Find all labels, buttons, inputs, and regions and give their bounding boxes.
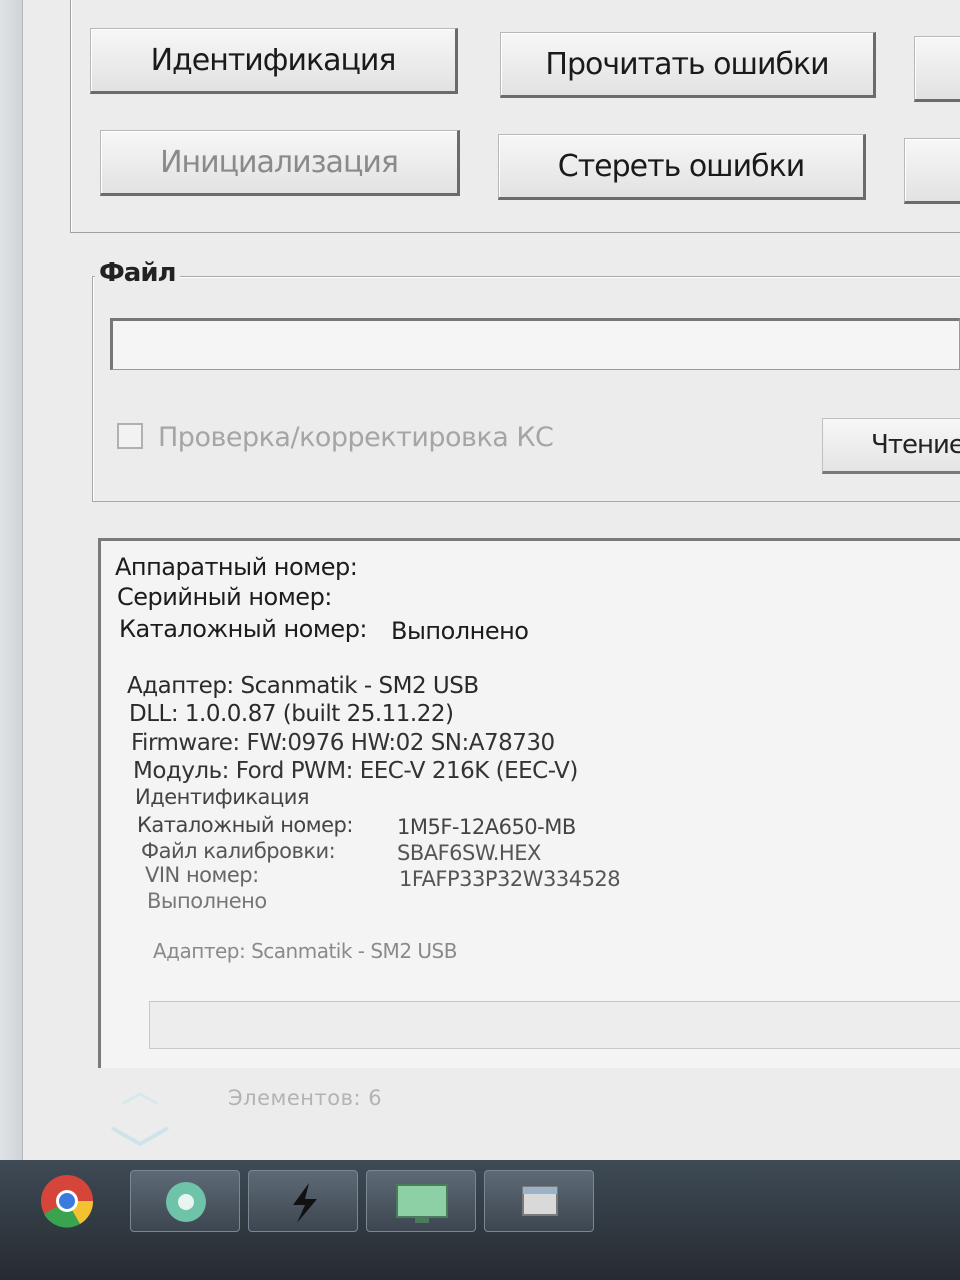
- lightning-icon: [293, 1183, 317, 1223]
- elements-count-status: Элементов: 6: [228, 1086, 383, 1110]
- scanmatik-icon: [166, 1182, 206, 1222]
- log-vin-value: 1FAFP33P32W334528: [399, 867, 621, 891]
- log-done: Выполнено: [147, 889, 267, 913]
- partial-button-top-right[interactable]: [914, 36, 960, 102]
- identification-button[interactable]: Идентификация: [90, 28, 458, 94]
- clear-errors-button[interactable]: Стереть ошибки: [498, 134, 866, 200]
- background-window-edge: [0, 0, 23, 1160]
- taskbar-monitor[interactable]: [366, 1170, 476, 1232]
- checksum-checkbox[interactable]: [117, 423, 143, 449]
- log-catalog-number-label: Каталожный номер:: [119, 615, 368, 643]
- read-file-button[interactable]: Чтение: [822, 418, 960, 474]
- checksum-checkbox-label: Проверка/корректировка КС: [158, 422, 554, 453]
- app-window: Идентификация Прочитать ошибки Инициализ…: [0, 0, 960, 1160]
- taskbar: [0, 1160, 960, 1280]
- taskbar-lightning[interactable]: [248, 1170, 358, 1232]
- log-id-catalog-value: 1M5F-12A650-MB: [397, 815, 576, 839]
- log-module: Модуль: Ford PWM: EEC-V 216K (EEC-V): [133, 758, 578, 784]
- log-calibration-label: Файл калибровки:: [141, 839, 336, 863]
- log-scrollbar[interactable]: [149, 1001, 960, 1049]
- read-errors-button[interactable]: Прочитать ошибки: [500, 32, 876, 98]
- log-catalog-number-status: Выполнено: [391, 617, 529, 645]
- log-vin-label: VIN номер:: [145, 863, 259, 887]
- monitor-icon: [396, 1184, 448, 1223]
- window-icon: [522, 1186, 558, 1216]
- log-adapter-repeat: Адаптер: Scanmatik - SM2 USB: [153, 939, 457, 963]
- log-firmware: Firmware: FW:0976 HW:02 SN:A78730: [131, 730, 555, 756]
- app-logo-icon: [111, 1092, 169, 1147]
- log-dll: DLL: 1.0.0.87 (built 25.11.22): [129, 701, 454, 727]
- log-identification: Идентификация: [135, 785, 310, 809]
- file-groupbox-legend: Файл: [95, 258, 180, 288]
- taskbar-window[interactable]: [484, 1170, 594, 1232]
- log-calibration-value: SBAF6SW.HEX: [397, 841, 541, 865]
- log-id-catalog-label: Каталожный номер:: [137, 813, 353, 837]
- initialization-button[interactable]: Инициализация: [100, 130, 460, 196]
- partial-button-bottom-right[interactable]: [904, 138, 960, 204]
- taskbar-scanmatik[interactable]: [130, 1170, 240, 1232]
- log-serial-number: Серийный номер:: [117, 583, 332, 611]
- taskbar-chrome[interactable]: [12, 1170, 122, 1232]
- log-output-panel[interactable]: Аппаратный номер: Серийный номер: Катало…: [98, 538, 960, 1068]
- log-hw-number: Аппаратный номер:: [115, 553, 358, 581]
- log-adapter: Адаптер: Scanmatik - SM2 USB: [127, 673, 479, 699]
- chrome-icon: [41, 1175, 94, 1228]
- file-path-input[interactable]: [110, 318, 960, 370]
